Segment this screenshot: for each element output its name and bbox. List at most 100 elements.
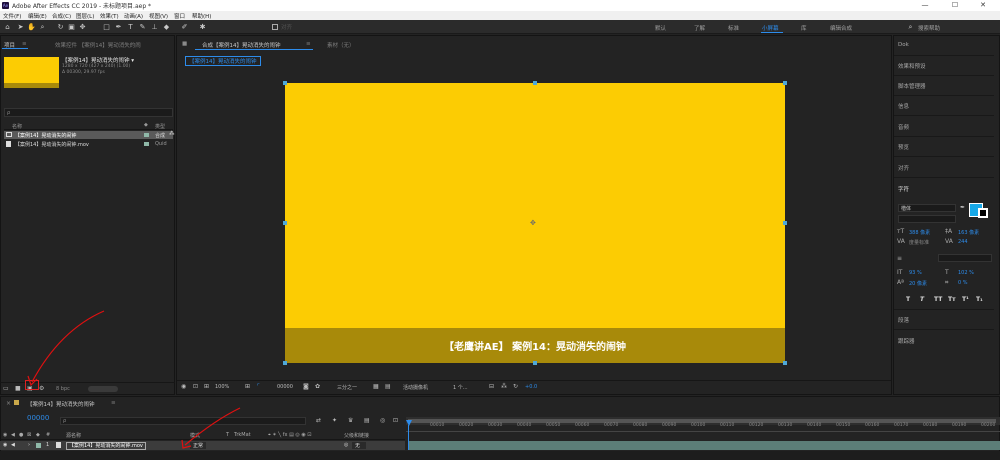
pen-tool-icon[interactable]: ✒ bbox=[114, 23, 123, 32]
exposure-value[interactable]: +0.0 bbox=[525, 384, 537, 390]
menu-animation[interactable]: 动画(A) bbox=[124, 12, 143, 20]
panel-menu-icon[interactable]: ≡ bbox=[22, 41, 27, 47]
workspace-standard[interactable]: 标准 bbox=[728, 24, 739, 32]
bit-depth-button[interactable]: 8 bpc bbox=[56, 386, 70, 392]
roto-brush-icon[interactable]: ✐ bbox=[180, 23, 189, 32]
transparency-grid-icon[interactable]: ▦ bbox=[373, 383, 379, 390]
panel-effects-presets[interactable]: 效果和预设 bbox=[898, 62, 992, 70]
all-caps-button[interactable]: TT bbox=[934, 296, 942, 303]
flowchart-icon[interactable]: ⁂ bbox=[169, 131, 175, 137]
comp-panel-menu-icon[interactable]: ≡ bbox=[306, 41, 311, 47]
timeline-timecode[interactable]: 00000 bbox=[27, 414, 49, 422]
timeline-tab[interactable]: 【案例14】晃动消失的闹钟 bbox=[27, 400, 95, 408]
panel-script-manager[interactable]: 脚本管理器 bbox=[898, 82, 992, 90]
footage-tab[interactable]: 素材（无） bbox=[327, 41, 355, 49]
menu-effect[interactable]: 效果(T) bbox=[100, 12, 119, 20]
layer-parent-select[interactable]: 无 bbox=[352, 442, 367, 449]
camera-select[interactable]: 活动摄像机 bbox=[403, 384, 428, 391]
expand-arrow-icon[interactable]: › bbox=[28, 442, 30, 448]
kerning-value[interactable]: 度量标准 bbox=[909, 239, 929, 246]
eyedropper-icon[interactable]: ✒ bbox=[960, 204, 965, 211]
project-settings-icon[interactable]: ⚙ bbox=[39, 385, 44, 392]
font-style-select[interactable] bbox=[898, 215, 956, 223]
selection-handle[interactable] bbox=[533, 361, 537, 365]
rectangle-tool-icon[interactable]: □ bbox=[102, 23, 111, 32]
comp-mini-flowchart-icon[interactable]: ⇄ bbox=[316, 417, 321, 424]
panel-paragraph[interactable]: 段落 bbox=[898, 316, 992, 324]
shy-layers-icon[interactable]: ♛ bbox=[348, 417, 353, 424]
label-color-swatch[interactable] bbox=[144, 142, 149, 146]
vertical-scale-value[interactable]: 93 % bbox=[909, 270, 922, 276]
menu-help[interactable]: 帮助(H) bbox=[192, 12, 211, 20]
baseline-shift-value[interactable]: 20 像素 bbox=[909, 280, 927, 287]
comp-breadcrumb[interactable]: 【案例14】晃动消失的闹钟 bbox=[185, 56, 261, 66]
label-color-swatch[interactable] bbox=[144, 133, 149, 137]
frame-blending-icon[interactable]: ▤ bbox=[364, 417, 370, 424]
workspace-library[interactable]: 库 bbox=[801, 24, 807, 32]
minimize-button[interactable]: — bbox=[910, 0, 940, 11]
workspace-edit-comp[interactable]: 编辑合成 bbox=[830, 24, 852, 32]
type-tool-icon[interactable]: T bbox=[126, 23, 135, 32]
interpret-footage-icon[interactable]: ▭ bbox=[3, 385, 9, 392]
audio-icon[interactable]: ◀ bbox=[11, 432, 15, 438]
anchor-point-icon[interactable]: ✥ bbox=[530, 219, 536, 227]
video-eye-icon[interactable]: ◉ bbox=[3, 432, 7, 438]
maximize-button[interactable]: ☐ bbox=[940, 0, 970, 11]
motion-blur-icon[interactable]: ◎ bbox=[380, 417, 385, 424]
clone-tool-icon[interactable]: ⊥ bbox=[150, 23, 159, 32]
stroke-mode-select[interactable] bbox=[938, 254, 992, 262]
eraser-tool-icon[interactable]: ◆ bbox=[162, 23, 171, 32]
font-size-value[interactable]: 388 像素 bbox=[909, 229, 930, 236]
timeline-search-input[interactable]: ρ bbox=[60, 417, 306, 425]
selection-handle[interactable] bbox=[283, 361, 287, 365]
tracking-value[interactable]: 244 bbox=[958, 239, 968, 245]
timeline-link-icon[interactable]: ⊟ bbox=[489, 383, 494, 390]
resolution-select[interactable]: 三分之一 bbox=[337, 384, 357, 391]
project-search-input[interactable]: ρ bbox=[4, 108, 173, 117]
menu-edit[interactable]: 编辑(E) bbox=[28, 12, 47, 20]
lock-icon[interactable]: ■ bbox=[182, 41, 187, 47]
panel-info[interactable]: 信息 bbox=[898, 102, 992, 110]
layer-row[interactable]: ◉ ◀ › 1 【案例14】晃动消失的闹钟.mov 正常 ◎ 无 bbox=[0, 441, 405, 450]
snap-checkbox[interactable] bbox=[272, 24, 278, 30]
mode-column[interactable]: 模式 bbox=[190, 432, 200, 439]
layer-visibility-icon[interactable]: ◉ bbox=[3, 442, 7, 448]
menu-window[interactable]: 窗口 bbox=[174, 12, 185, 20]
close-button[interactable]: ✕ bbox=[968, 0, 998, 11]
track-matte-column[interactable]: TrkMat bbox=[234, 432, 251, 438]
zoom-select[interactable]: 100% bbox=[215, 384, 229, 390]
workspace-small-screen[interactable]: 小屏幕 bbox=[762, 24, 779, 32]
mask-visibility-icon[interactable]: ⊞ bbox=[204, 383, 209, 390]
parent-column[interactable]: 父级和链接 bbox=[344, 432, 369, 439]
selection-handle[interactable] bbox=[783, 361, 787, 365]
brush-tool-icon[interactable]: ✎ bbox=[138, 23, 147, 32]
leading-value[interactable]: 163 像素 bbox=[958, 229, 979, 236]
selection-handle[interactable] bbox=[283, 81, 287, 85]
hand-tool-icon[interactable]: ✋ bbox=[27, 23, 36, 32]
layer-duration-bar[interactable] bbox=[409, 441, 1000, 450]
flowchart-icon[interactable]: ⁂ bbox=[501, 383, 507, 390]
superscript-button[interactable]: T¹ bbox=[962, 296, 969, 303]
close-tab-icon[interactable]: × bbox=[6, 400, 11, 407]
layer-audio-icon[interactable]: ◀ bbox=[11, 442, 15, 448]
layer-name[interactable]: 【案例14】晃动消失的闹钟.mov bbox=[66, 442, 146, 450]
panel-character[interactable]: 字符 bbox=[898, 185, 992, 193]
font-family-select[interactable]: 楷体 bbox=[898, 204, 956, 212]
menu-composition[interactable]: 合成(C) bbox=[52, 12, 71, 20]
panel-tracker[interactable]: 跟踪器 bbox=[898, 337, 992, 345]
stroke-color-swatch[interactable] bbox=[978, 208, 988, 218]
channel-icon[interactable]: ✿ bbox=[315, 383, 320, 390]
thumbnail-size-slider[interactable] bbox=[88, 386, 118, 392]
solo-icon[interactable]: ● bbox=[19, 432, 23, 438]
composition-tab[interactable]: 合成【案例14】晃动消失的闹钟 bbox=[202, 41, 281, 49]
layer-label-swatch[interactable] bbox=[36, 443, 41, 448]
horizontal-scale-value[interactable]: 102 % bbox=[958, 270, 974, 276]
project-item-footage[interactable]: 【案例14】晃动消失的闹钟.mov Quid bbox=[4, 140, 173, 148]
faux-bold-button[interactable]: T bbox=[906, 296, 910, 303]
faux-italic-button[interactable]: T bbox=[920, 296, 924, 303]
snapshot-icon[interactable]: ◙ bbox=[303, 383, 309, 390]
draft-3d-icon[interactable]: ✦ bbox=[332, 417, 337, 424]
timeline-menu-icon[interactable]: ≡ bbox=[111, 400, 116, 406]
panel-audio[interactable]: 音频 bbox=[898, 123, 992, 131]
rotate-tool-icon[interactable]: ↻ bbox=[56, 23, 65, 32]
